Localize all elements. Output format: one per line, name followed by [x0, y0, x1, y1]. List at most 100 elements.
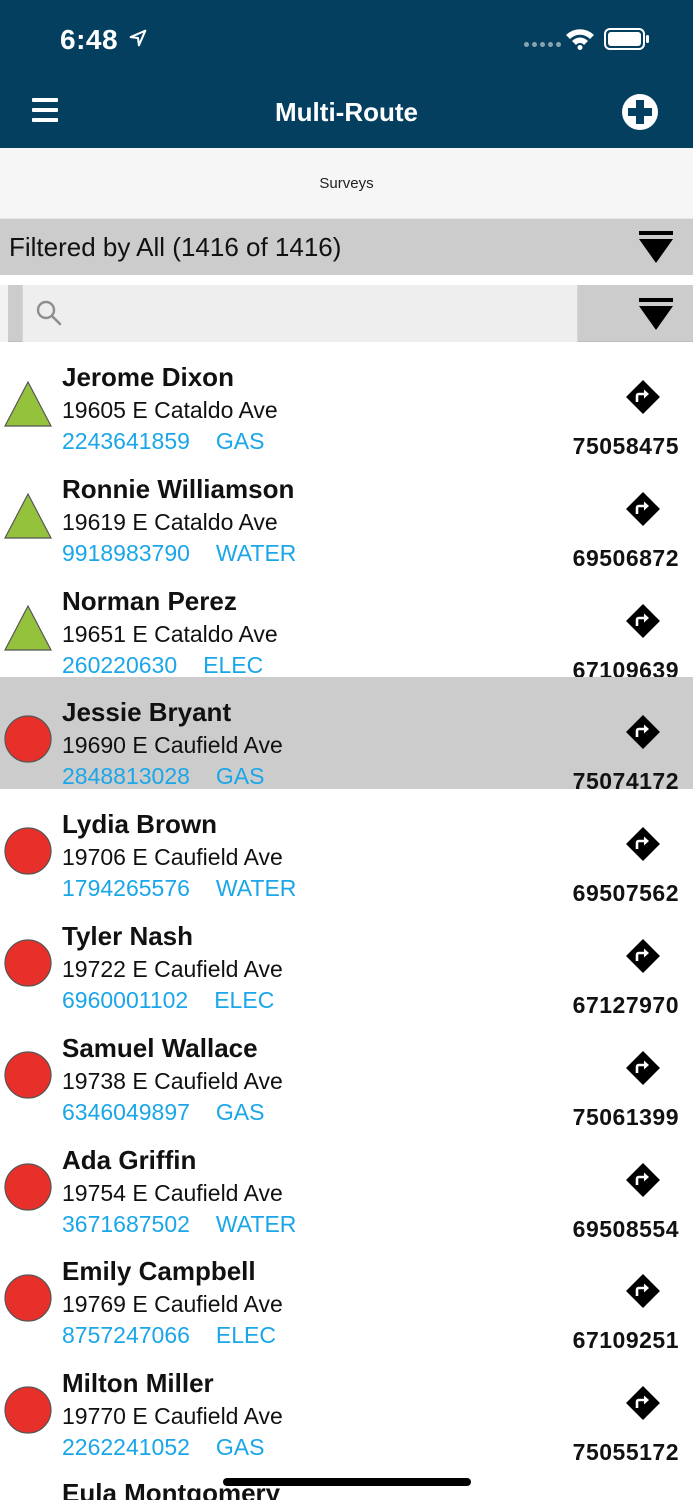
customer-address: 19619 E Cataldo Ave — [62, 508, 278, 535]
list-item[interactable]: Lydia Brown 19706 E Caufield Ave 1794265… — [0, 789, 693, 906]
account-number[interactable]: 2848813028 — [62, 763, 190, 790]
customer-name: Jerome Dixon — [62, 362, 234, 392]
account-number[interactable]: 1794265576 — [62, 875, 190, 902]
account-number[interactable]: 260220630 — [62, 652, 177, 679]
filter-icon[interactable] — [637, 229, 675, 265]
service-type: ELEC — [203, 651, 264, 678]
segment-label-surveys: Surveys — [319, 175, 374, 192]
status-circle-icon — [4, 1162, 52, 1211]
directions-icon[interactable] — [626, 939, 660, 973]
customer-address: 19690 E Caufield Ave — [62, 732, 283, 759]
directions-icon[interactable] — [626, 715, 660, 750]
add-icon[interactable] — [620, 92, 660, 132]
directions-icon[interactable] — [626, 1050, 660, 1085]
list-item[interactable]: Ada Griffin 19754 E Caufield Ave 3671687… — [0, 1125, 693, 1242]
wifi-icon — [566, 29, 594, 50]
status-time: 6:48 — [60, 24, 119, 55]
customer-address: 19770 E Caufield Ave — [62, 1403, 283, 1430]
account-number[interactable]: 8757247066 — [62, 1322, 190, 1349]
directions-icon[interactable] — [626, 1386, 660, 1421]
filter-bar: Filtered by All (1416 of 1416) — [0, 219, 693, 275]
list-item[interactable]: Norman Perez 19651 E Cataldo Ave 2602206… — [0, 566, 693, 683]
list-item[interactable]: Samuel Wallace 19738 E Caufield Ave 6346… — [0, 1013, 693, 1130]
customer-name: Emily Campbell — [62, 1256, 256, 1287]
search-bar — [0, 285, 693, 342]
search-bar-edge — [0, 285, 8, 342]
status-triangle-icon — [4, 604, 52, 651]
directions-icon[interactable] — [626, 1162, 660, 1197]
list-item[interactable]: Ronnie Williamson 19619 E Cataldo Ave 99… — [0, 454, 693, 571]
customer-address: 19706 E Caufield Ave — [62, 844, 283, 871]
account-number[interactable]: 9918983790 — [62, 540, 190, 567]
account-meta: 3671687502 WATER — [62, 1211, 296, 1238]
customer-name: Samuel Wallace — [62, 1032, 258, 1063]
app-header: 6:48 Multi-Route — [0, 0, 693, 148]
cellular-signal-icon — [524, 42, 561, 47]
directions-icon[interactable] — [626, 491, 660, 526]
account-meta: 1794265576 WATER — [62, 875, 296, 902]
directions-icon[interactable] — [626, 827, 660, 862]
account-meta: 9918983790 WATER — [62, 540, 296, 567]
customer-address: 19605 E Cataldo Ave — [62, 397, 278, 423]
customer-name: Ada Griffin — [62, 1144, 197, 1175]
status-triangle-icon — [4, 492, 52, 539]
status-circle-icon — [4, 715, 52, 763]
customer-name: Milton Miller — [62, 1368, 214, 1399]
directions-icon[interactable] — [626, 1274, 660, 1309]
customer-name: Tyler Nash — [62, 920, 194, 951]
status-circle-icon — [4, 1051, 52, 1099]
search-icon — [36, 300, 62, 326]
customer-name: Norman Perez — [62, 585, 237, 616]
search-input[interactable] — [73, 293, 569, 333]
account-meta: 6960001102 ELEC — [62, 987, 274, 1014]
service-type: GAS — [215, 428, 265, 454]
account-meta: 8757247066 ELEC — [62, 1322, 276, 1349]
customer-name: Jessie Bryant — [62, 697, 232, 728]
status-circle-icon — [4, 1386, 52, 1434]
customer-name: Ronnie Williamson — [62, 473, 295, 504]
directions-icon[interactable] — [626, 380, 660, 414]
list-item[interactable]: Tyler Nash 19722 E Caufield Ave 69600011… — [0, 901, 693, 1018]
account-meta: 2848813028 GAS — [62, 763, 265, 790]
customer-address: 19754 E Caufield Ave — [62, 1179, 283, 1206]
service-type: GAS — [215, 763, 265, 790]
survey-list: Jerome Dixon 19605 E Cataldo Ave 2243641… — [0, 342, 693, 1500]
status-circle-icon — [4, 939, 52, 987]
directions-icon[interactable] — [626, 603, 660, 638]
account-meta: 2262241052 GAS — [62, 1434, 265, 1461]
sort-filter-icon[interactable] — [637, 296, 675, 332]
service-type: GAS — [215, 1434, 265, 1461]
account-meta: 260220630 ELEC — [62, 652, 263, 679]
status-triangle-icon — [4, 380, 52, 427]
account-number[interactable]: 6960001102 — [62, 987, 188, 1014]
page-title: Multi-Route — [275, 97, 418, 127]
customer-name: Lydia Brown — [62, 809, 218, 840]
filter-status-text: Filtered by All (1416 of 1416) — [9, 232, 342, 262]
list-item[interactable]: Jerome Dixon 19605 E Cataldo Ave 2243641… — [0, 342, 693, 459]
list-item[interactable]: Milton Miller 19770 E Caufield Ave 22622… — [0, 1348, 693, 1465]
account-number[interactable]: 3671687502 — [62, 1211, 190, 1238]
surveys-segment[interactable]: Surveys — [0, 148, 693, 219]
home-indicator — [223, 1478, 471, 1486]
list-item[interactable]: Emily Campbell 19769 E Caufield Ave 8757… — [0, 1236, 693, 1353]
account-meta: 2243641859 GAS — [62, 428, 265, 455]
service-type: ELEC — [215, 1322, 277, 1349]
account-number[interactable]: 2262241052 — [62, 1434, 190, 1461]
account-number[interactable]: 2243641859 — [62, 428, 190, 455]
location-arrow-icon — [129, 29, 147, 47]
customer-address: 19769 E Caufield Ave — [62, 1291, 283, 1318]
search-field[interactable] — [22, 285, 578, 342]
status-circle-icon — [4, 1274, 52, 1322]
list-item[interactable]: Jessie Bryant 19690 E Caufield Ave 28488… — [0, 677, 693, 794]
customer-address: 19651 E Cataldo Ave — [62, 620, 278, 647]
customer-address: 19738 E Caufield Ave — [62, 1067, 283, 1094]
customer-address: 19722 E Caufield Ave — [62, 955, 283, 982]
service-type: WATER — [215, 539, 297, 566]
service-type: WATER — [215, 1210, 297, 1237]
account-number[interactable]: 6346049897 — [62, 1099, 190, 1126]
account-meta: 6346049897 GAS — [62, 1099, 265, 1126]
battery-icon — [604, 28, 649, 50]
service-type: WATER — [215, 875, 297, 902]
service-type: ELEC — [214, 986, 275, 1013]
service-type: GAS — [215, 1098, 265, 1125]
